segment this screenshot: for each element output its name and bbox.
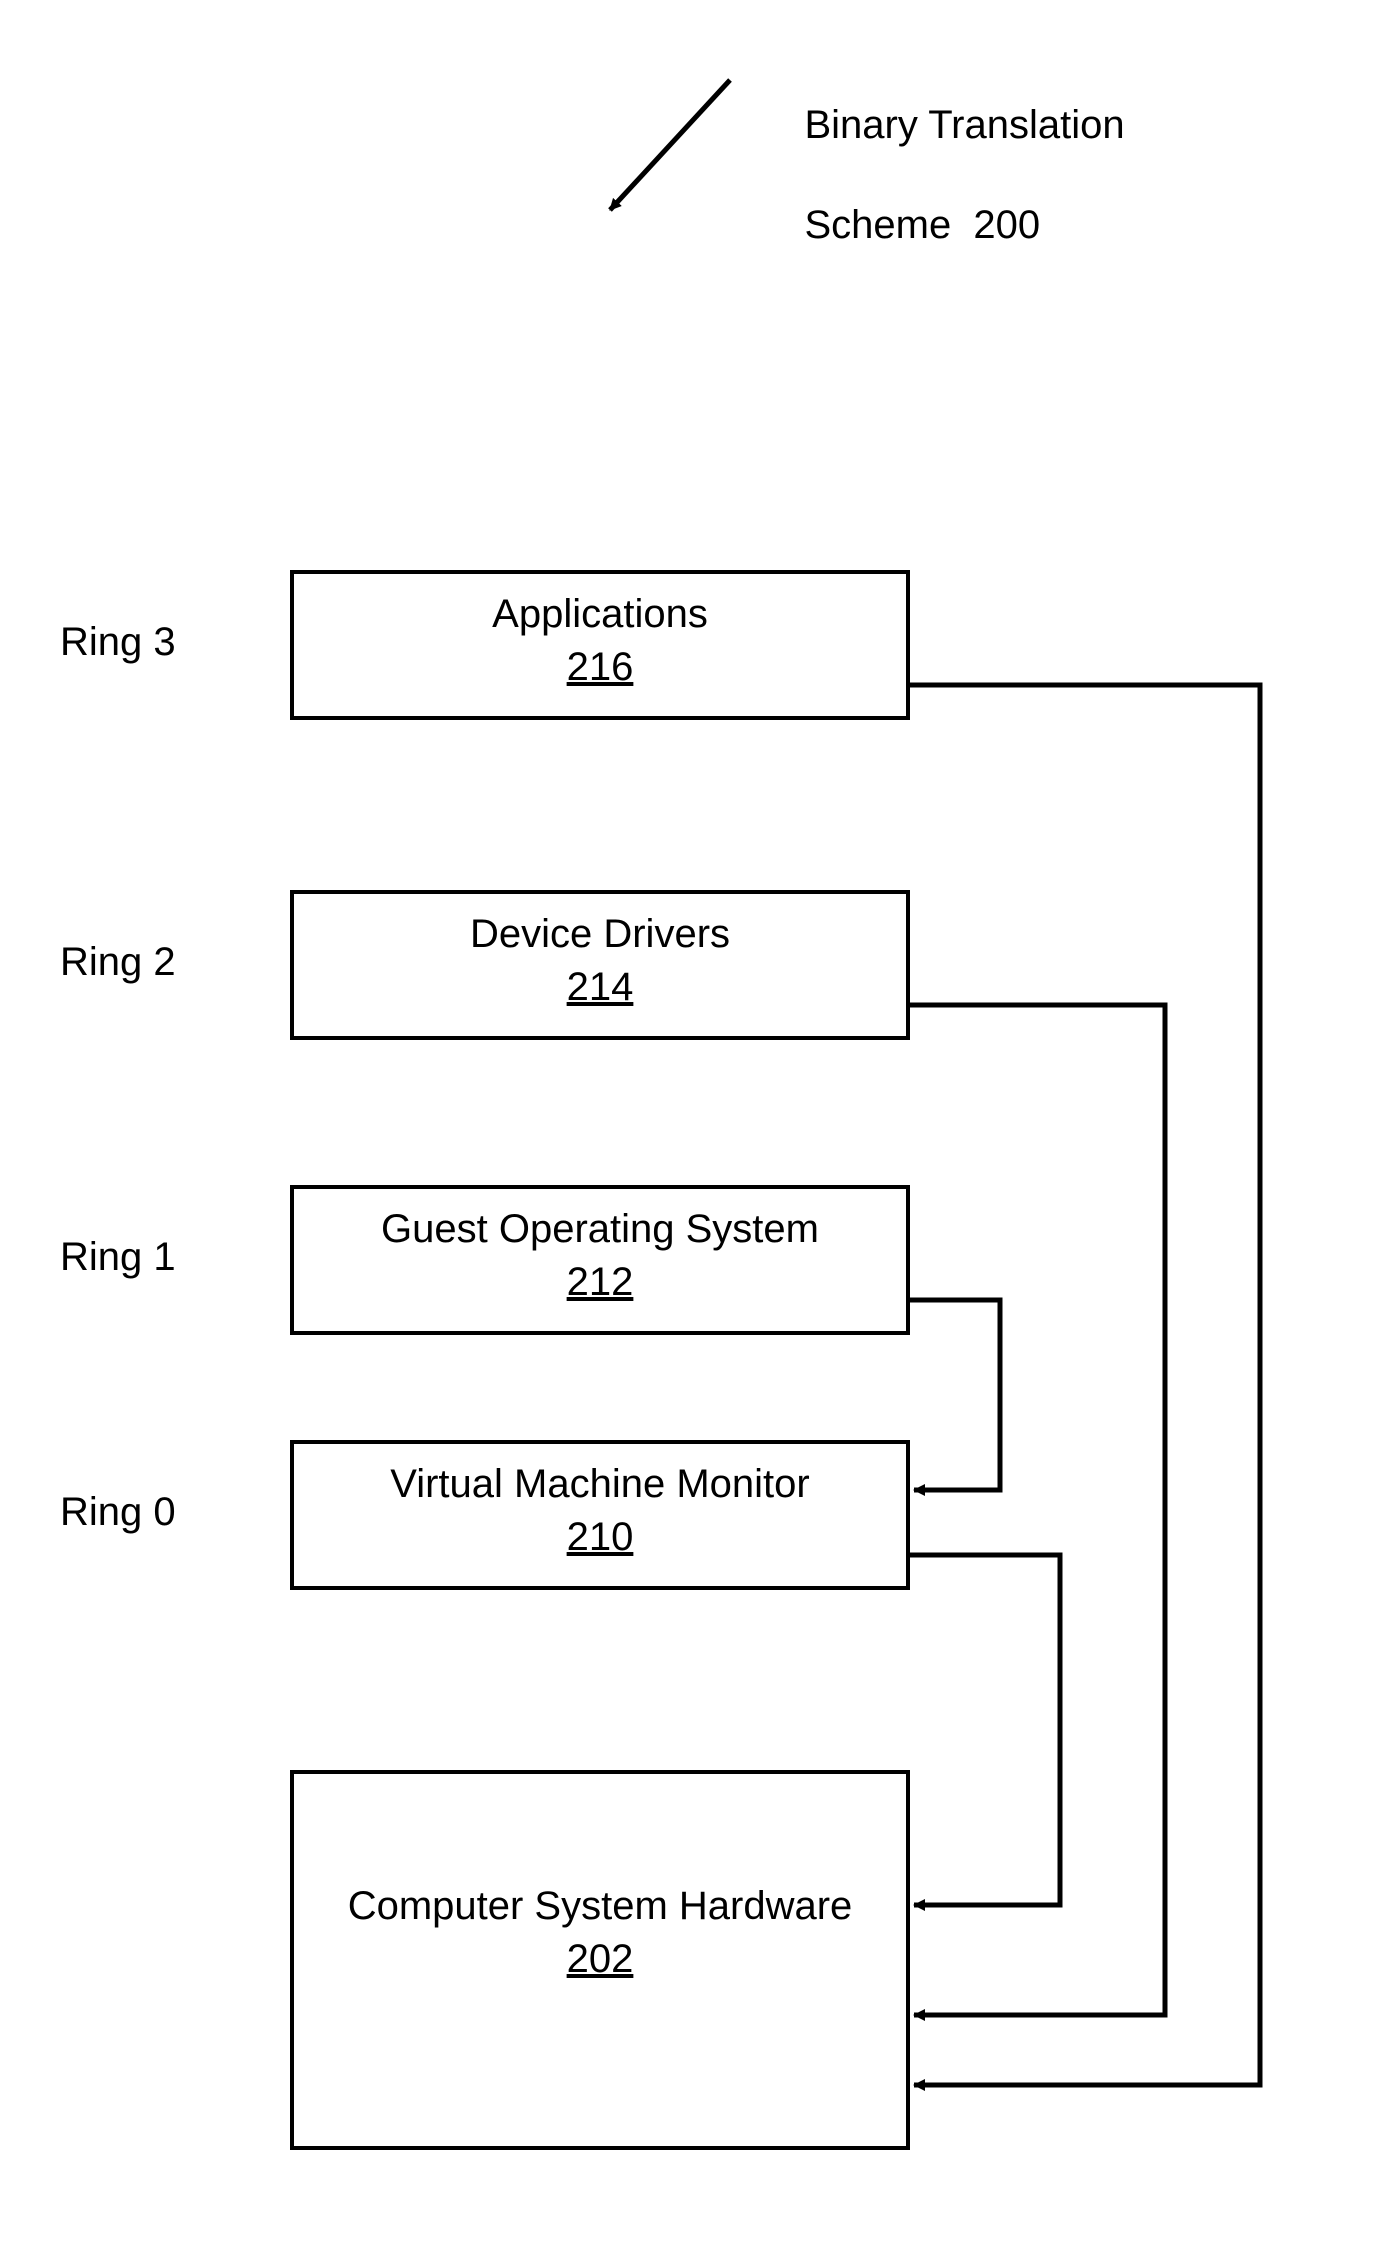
arrow-apps-to-hardware bbox=[910, 685, 1260, 2085]
arrow-drivers-to-hardware bbox=[910, 1005, 1165, 2015]
applications-box: Applications 216 bbox=[290, 570, 910, 720]
vmm-ref: 210 bbox=[294, 1515, 906, 1560]
title-line-2: Scheme 200 bbox=[804, 203, 1040, 247]
ring-1-label: Ring 1 bbox=[60, 1235, 176, 1280]
hardware-ref: 202 bbox=[294, 1937, 906, 1982]
device-drivers-box: Device Drivers 214 bbox=[290, 890, 910, 1040]
hardware-box: Computer System Hardware 202 bbox=[290, 1770, 910, 2150]
title-arrow bbox=[610, 80, 730, 210]
diagram-canvas: Binary Translation Scheme 200 Ring 3 Rin… bbox=[0, 0, 1374, 2252]
arrow-vmm-to-hardware bbox=[910, 1555, 1060, 1905]
guest-os-box: Guest Operating System 212 bbox=[290, 1185, 910, 1335]
ring-0-label: Ring 0 bbox=[60, 1490, 176, 1535]
ring-3-label: Ring 3 bbox=[60, 620, 176, 665]
ring-2-label: Ring 2 bbox=[60, 940, 176, 985]
device-drivers-label: Device Drivers bbox=[294, 912, 906, 957]
vmm-label: Virtual Machine Monitor bbox=[294, 1462, 906, 1507]
applications-label: Applications bbox=[294, 592, 906, 637]
diagram-title: Binary Translation Scheme 200 bbox=[760, 50, 1125, 300]
hardware-label: Computer System Hardware bbox=[294, 1884, 906, 1929]
applications-ref: 216 bbox=[294, 645, 906, 690]
arrow-guest-to-vmm bbox=[910, 1300, 1000, 1490]
guest-os-label: Guest Operating System bbox=[294, 1207, 906, 1252]
vmm-box: Virtual Machine Monitor 210 bbox=[290, 1440, 910, 1590]
device-drivers-ref: 214 bbox=[294, 965, 906, 1010]
guest-os-ref: 212 bbox=[294, 1260, 906, 1305]
title-line-1: Binary Translation bbox=[804, 103, 1124, 147]
